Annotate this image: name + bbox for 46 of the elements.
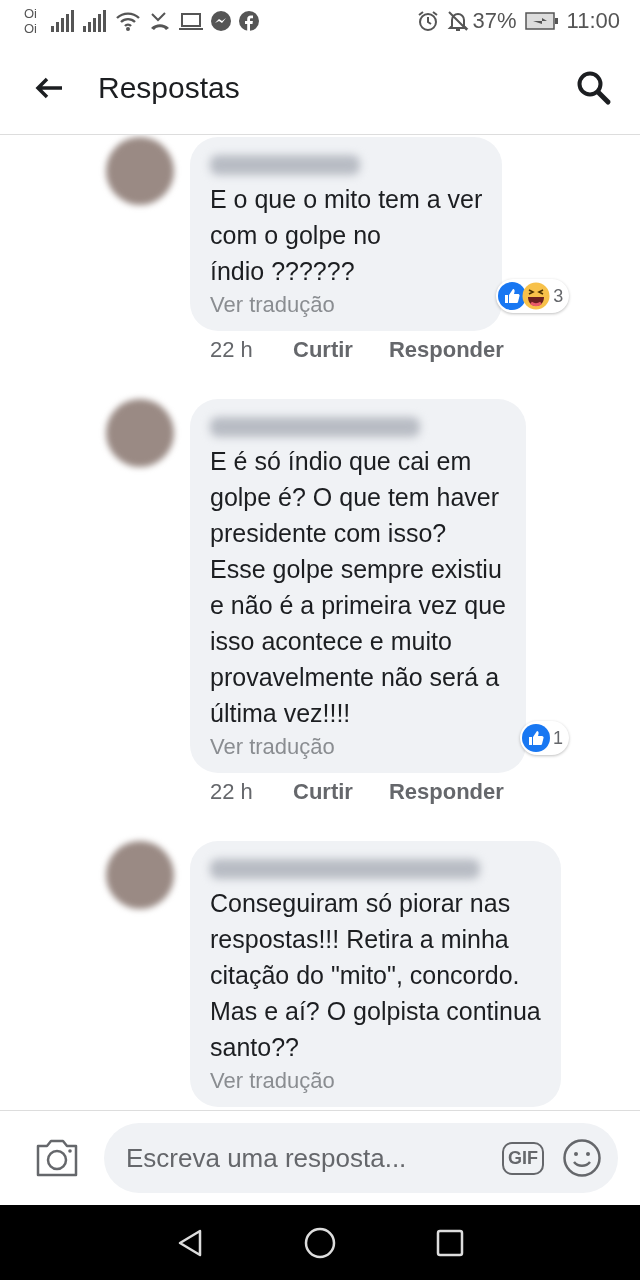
- comment-time: 22 h: [210, 336, 254, 364]
- back-nav-icon[interactable]: [176, 1227, 204, 1258]
- like-link[interactable]: Curtir: [293, 335, 353, 365]
- translate-link[interactable]: Ver tradução: [210, 289, 483, 321]
- camera-icon[interactable]: [34, 1138, 80, 1178]
- battery-percent: 37%: [472, 8, 517, 34]
- avatar[interactable]: [106, 137, 174, 205]
- carrier-label: Oi: [24, 6, 37, 21]
- messenger-icon: [211, 11, 231, 31]
- alarm-icon: [416, 10, 439, 32]
- like-icon: [498, 282, 527, 310]
- reactions-badge[interactable]: 1: [520, 721, 570, 755]
- avatar[interactable]: [106, 841, 174, 909]
- like-icon: [522, 724, 550, 752]
- gif-button[interactable]: GIF: [502, 1141, 544, 1175]
- search-icon[interactable]: [576, 70, 612, 106]
- reply-link[interactable]: Responder: [388, 777, 504, 807]
- reactions-badge[interactable]: 3: [496, 279, 570, 313]
- laughing-emoji-icon: [522, 282, 551, 310]
- comment-time: 22 h: [210, 778, 254, 806]
- reaction-count: 3: [553, 285, 564, 307]
- laptop-icon: [179, 11, 203, 31]
- comment-text: Conseguiram só piorar nas respostas!!! Retira a minha citação do "mito", concordo. Mas e aí? O golpista continua santo??: [210, 888, 541, 1063]
- missed-call-icon: [149, 10, 171, 32]
- carrier-label: Oi: [24, 21, 37, 36]
- like-link[interactable]: Curtir: [293, 777, 353, 807]
- muted-bell-icon: [446, 10, 469, 32]
- back-arrow-icon[interactable]: [34, 76, 64, 100]
- signal-icon: [51, 10, 75, 32]
- signal-icon: [83, 10, 107, 32]
- reply-link[interactable]: Responder: [388, 335, 504, 365]
- comment-text: E é só índio que cai em golpe é? O que tem haver presidente com isso? Esse golpe sempre existiu e não é a primeira vez que isso acontece e muito provavelmente não será a última vez!!!!: [210, 446, 506, 729]
- clock-time: 11:00: [566, 8, 620, 34]
- avatar[interactable]: [106, 399, 174, 467]
- emoji-icon[interactable]: [562, 1138, 602, 1178]
- home-nav-icon[interactable]: [304, 1226, 336, 1259]
- wifi-icon: [115, 10, 141, 32]
- reply-input[interactable]: Escreva uma resposta... GIF: [104, 1123, 618, 1193]
- facebook-icon: [239, 11, 259, 31]
- translate-link[interactable]: Ver tradução: [210, 731, 506, 763]
- reaction-count: 1: [553, 727, 564, 749]
- translate-link[interactable]: Ver tradução: [210, 1065, 541, 1097]
- recents-nav-icon[interactable]: [436, 1228, 464, 1257]
- page-title: Respostas: [98, 71, 241, 105]
- comment-text: E o que o mito tem a ver com o golpe no índio ??????: [210, 184, 483, 287]
- battery-icon: [524, 12, 559, 30]
